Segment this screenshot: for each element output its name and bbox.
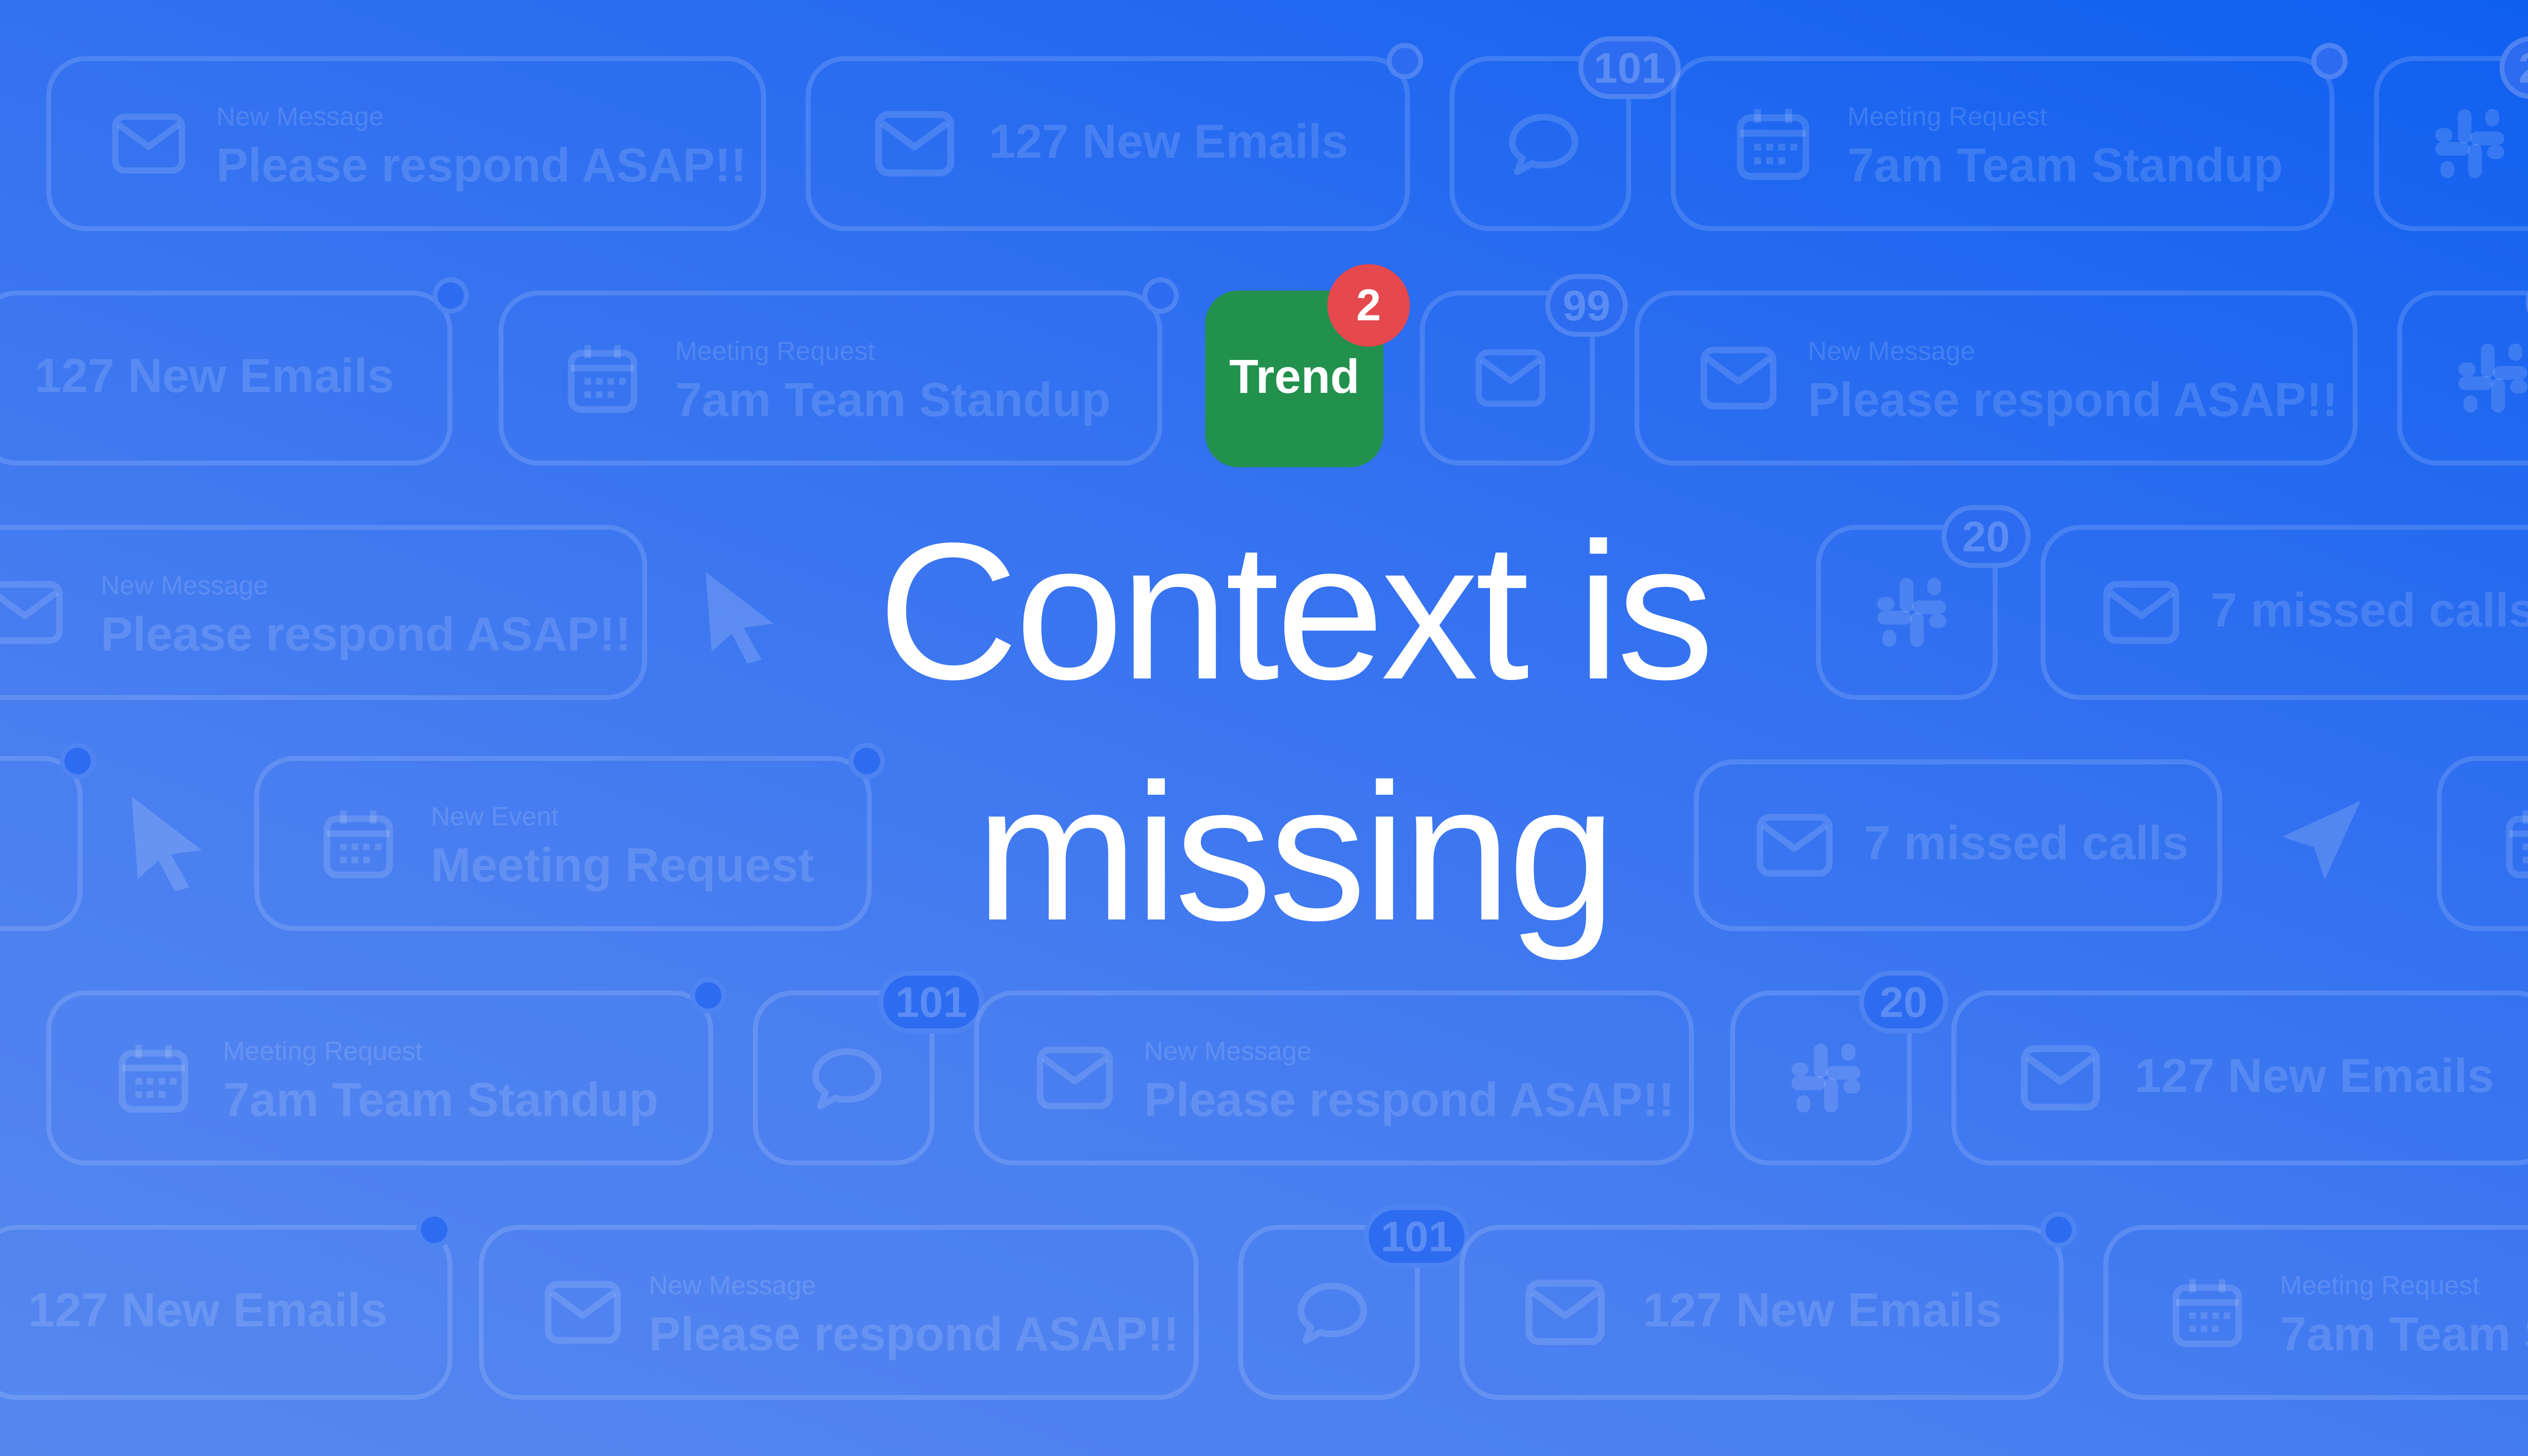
headline-line-1: Context is [878, 503, 1714, 721]
calendar-icon [2171, 1276, 2244, 1349]
notification-card: New Message Please respond ASAP!! [46, 56, 766, 232]
card-title: 7am Team Standup [1847, 140, 2283, 194]
card-subtitle: Meeting Request [2280, 1272, 2480, 1301]
notification-card: 127 New Emails [1951, 990, 2528, 1166]
card-title: 7am Team Standup [675, 375, 1111, 428]
notification-card: 127 New Emails [0, 1224, 453, 1400]
count-badge: 101 [1364, 1205, 1470, 1268]
card-title: 127 New Emails [28, 1285, 388, 1338]
card-subtitle: Meeting Request [1847, 104, 2047, 132]
card-title: 127 New Emails [1642, 1285, 2002, 1338]
notification-card [2397, 290, 2528, 466]
notification-card: Meeting Request 7am Team Sta [2103, 1224, 2528, 1400]
chat-bubble-icon [810, 1045, 883, 1111]
connector-dot [416, 1211, 453, 1248]
card-title: Please respond ASAP!! [1144, 1074, 1675, 1128]
mail-icon [2019, 1043, 2101, 1113]
notification-card: New Message Please respond ASAP!! [974, 990, 1694, 1166]
hero-banner: New Message Please respond ASAP!! 127 Ne… [0, 0, 2528, 1456]
chat-bubble-icon [1507, 111, 1580, 177]
notification-card: New Message Please respond ASAP!! [478, 1224, 1199, 1400]
connector-dot [2040, 1211, 2077, 1248]
card-subtitle: New Message [1808, 338, 1975, 367]
mail-icon [111, 111, 187, 177]
headline: Context is missing [0, 492, 2528, 974]
headline-line-2: missing [975, 744, 1616, 963]
card-title: 127 New Emails [2135, 1051, 2494, 1104]
mail-icon [1699, 345, 1778, 411]
mail-icon [1474, 347, 1547, 410]
count-badge: 99 [1545, 274, 1628, 337]
slack-icon [2432, 106, 2508, 181]
notification-card: Meeting Request 7am Team Standup [46, 990, 713, 1166]
notification-card: New Message Please respond ASAP!! [1634, 290, 2358, 466]
calendar-icon [117, 1041, 190, 1114]
card-title: Please respond ASAP!! [216, 140, 747, 194]
mail-icon [1035, 1045, 1114, 1111]
card-title: 127 New Emails [988, 116, 1348, 169]
count-badge: 101 [878, 971, 984, 1034]
connector-dot [1386, 42, 1423, 79]
card-subtitle: New Message [649, 1272, 817, 1301]
card-title: 7am Team Standup [222, 1074, 659, 1128]
count-badge: 101 [1578, 36, 1681, 99]
connector-dot [690, 977, 727, 1014]
connector-dot [2311, 42, 2348, 79]
calendar-icon [566, 342, 639, 415]
mail-icon [543, 1280, 622, 1346]
mail-icon [1524, 1278, 1606, 1347]
chat-bubble-icon [1296, 1280, 1369, 1346]
notification-card: Meeting Request 7am Team Standup [499, 290, 1162, 466]
card-subtitle: Meeting Request [675, 338, 875, 367]
count-badge: 20 [1859, 971, 1949, 1034]
app-logo-text: Trend [1229, 351, 1360, 405]
notification-card: 127 New Emails [0, 290, 453, 466]
notification-card: Meeting Request 7am Team Standup [1671, 56, 2335, 232]
card-subtitle: New Message [1144, 1038, 1312, 1067]
connector-dot [432, 277, 469, 314]
card-title: 7am Team Sta [2280, 1309, 2528, 1362]
slack-icon [1788, 1040, 1864, 1116]
notification-count-badge: 2 [1327, 264, 1410, 347]
connector-dot [1142, 277, 1179, 314]
card-title: 127 New Emails [34, 350, 394, 404]
notification-card: 127 New Emails [805, 56, 1410, 232]
card-subtitle: New Message [216, 104, 384, 132]
calendar-icon [1735, 106, 1811, 181]
card-title: Please respond ASAP!! [649, 1309, 1180, 1362]
notification-card: 127 New Emails [1459, 1224, 2064, 1400]
mail-icon [873, 109, 956, 178]
card-subtitle: Meeting Request [222, 1038, 423, 1067]
card-title: Please respond ASAP!! [1808, 375, 2338, 428]
slack-icon [2455, 340, 2528, 416]
